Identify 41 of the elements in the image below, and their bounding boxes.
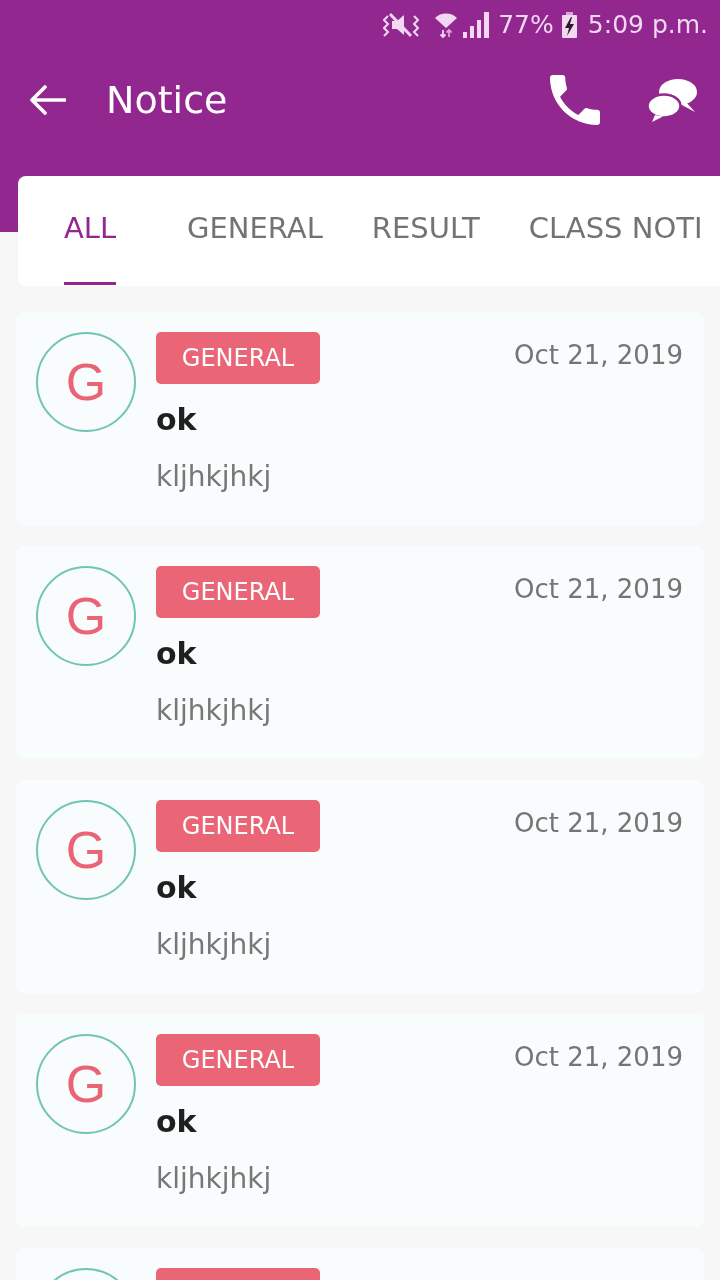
notice-title: ok bbox=[156, 636, 197, 672]
notice-title: ok bbox=[156, 402, 197, 438]
clock-time: 5:09 p.m. bbox=[587, 10, 708, 40]
category-tag: GENERAL bbox=[156, 800, 320, 852]
notice-title: ok bbox=[156, 1104, 197, 1140]
avatar: G bbox=[36, 1034, 136, 1134]
screen-title: Notice bbox=[106, 77, 228, 123]
avatar: G bbox=[36, 566, 136, 666]
call-button[interactable] bbox=[550, 75, 600, 125]
category-tag: GENERAL bbox=[156, 566, 320, 618]
battery-percent: 77% bbox=[498, 10, 554, 40]
signal-icon bbox=[463, 12, 490, 38]
notice-card[interactable]: G GENERAL Oct 21, 2019 ok kljhkjhkj bbox=[16, 546, 704, 759]
chat-button[interactable] bbox=[646, 78, 698, 122]
battery-charging-icon bbox=[561, 12, 577, 38]
notice-date: Oct 21, 2019 bbox=[514, 339, 683, 372]
notice-text: kljhkjhkj bbox=[156, 927, 272, 963]
notice-date: Oct 21, 2019 bbox=[514, 1041, 683, 1074]
tab[interactable]: ALL bbox=[64, 176, 138, 286]
speech-bubbles-icon bbox=[646, 78, 698, 122]
notice-text: kljhkjhkj bbox=[156, 693, 272, 729]
notice-text: kljhkjhkj bbox=[156, 1161, 272, 1197]
category-tag: GENERAL bbox=[156, 332, 320, 384]
back-button[interactable] bbox=[30, 85, 66, 115]
avatar: G bbox=[36, 800, 136, 900]
notice-date: Oct 21, 2019 bbox=[514, 573, 683, 606]
wifi-icon bbox=[434, 11, 459, 39]
category-tag: GENERAL bbox=[156, 1034, 320, 1086]
notice-text: kljhkjhkj bbox=[156, 459, 272, 495]
tab[interactable]: CLASS NOTI bbox=[528, 176, 703, 286]
back-arrow-icon bbox=[30, 85, 66, 115]
notice-card[interactable]: G GENERAL Oct 21, 2019 ok kljhkjhkj bbox=[16, 312, 704, 525]
notice-card[interactable]: G GENERAL Oct 21, 2019 ok kljhkjhkj bbox=[16, 1014, 704, 1227]
notice-title: ok bbox=[156, 870, 197, 906]
phone-icon bbox=[550, 75, 600, 125]
tab[interactable]: GENERAL bbox=[187, 176, 323, 286]
notice-date: Oct 21, 2019 bbox=[514, 807, 683, 840]
vibrate-mute-icon bbox=[383, 11, 420, 39]
avatar: G bbox=[36, 332, 136, 432]
notice-card[interactable]: G GENERAL Oct 21, 2019 ok kljhkjhkj bbox=[16, 780, 704, 993]
tab[interactable]: RESULT bbox=[371, 176, 480, 286]
